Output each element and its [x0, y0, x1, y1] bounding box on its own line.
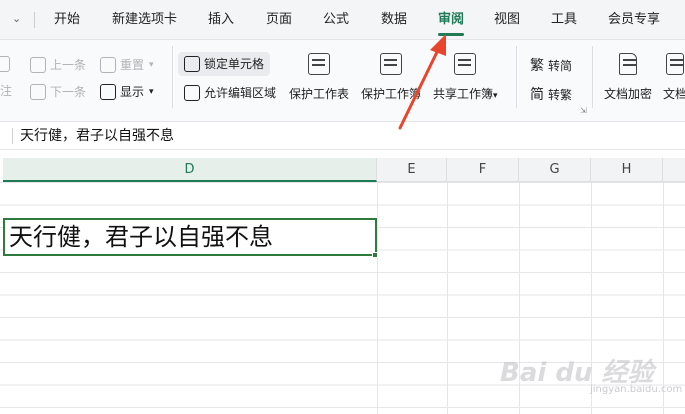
to-simplified-label: 转简 — [548, 58, 573, 73]
fill-handle[interactable] — [372, 252, 378, 258]
fan-glyph-icon: 繁 — [530, 58, 544, 74]
lock-cell-label: 锁定单元格 — [204, 57, 265, 71]
ribbon-divider — [592, 46, 593, 108]
share-workbook-icon — [454, 53, 477, 75]
allow-edit-range-label: 允许编辑区域 — [204, 86, 277, 100]
formula-bar-value[interactable]: 天行健，君子以自强不息 — [20, 122, 174, 150]
tab-view[interactable]: 视图 — [494, 0, 520, 40]
protect-sheet-icon — [308, 53, 330, 75]
active-cell-text: 天行健，君子以自强不息 — [9, 223, 273, 251]
show-icon — [100, 83, 116, 100]
doc-encrypt-label: 文档加密 — [604, 87, 653, 101]
tab-new-tab[interactable]: 新建选项卡 — [112, 0, 177, 40]
doc-encrypt-button[interactable]: 文档加密 — [604, 53, 652, 102]
formula-bar-divider — [12, 128, 13, 144]
reset-icon — [100, 56, 116, 73]
show-label: 显示 — [120, 85, 145, 99]
ribbon-divider — [172, 46, 173, 108]
chevron-down-icon: ▾ — [149, 59, 154, 70]
partial-comment-button[interactable] — [0, 56, 10, 72]
tab-insert[interactable]: 插入 — [208, 0, 234, 40]
comment-icon — [0, 56, 10, 72]
tab-home[interactable]: 开始 — [54, 0, 80, 40]
column-header-h[interactable]: H — [591, 158, 663, 182]
protect-workbook-button[interactable]: 保护工作簿 — [361, 53, 421, 102]
delete-comment-label: 批注 — [0, 84, 13, 98]
ribbon: 批注 上一条 下一条 重置 ▾ 显示 ▾ 锁定单元格 允许编辑区域 保护工作表 … — [0, 40, 685, 122]
active-tab-indicator — [438, 33, 464, 36]
chevron-down-icon[interactable]: ⌄ — [12, 12, 26, 26]
prev-comment-label: 上一条 — [50, 58, 87, 72]
column-header-f[interactable]: F — [447, 158, 519, 182]
next-comment-label: 下一条 — [50, 85, 87, 99]
tab-data[interactable]: 数据 — [381, 0, 407, 40]
reset-label: 重置 — [120, 58, 145, 72]
chevron-down-icon: ▾ — [149, 86, 154, 97]
crop-lock-icon — [184, 55, 200, 72]
column-header-d[interactable]: D — [3, 158, 377, 182]
doc-partial-button[interactable]: 文档 — [663, 53, 685, 102]
next-comment-button[interactable]: 下一条 — [30, 83, 86, 100]
watermark-url: jingyan.baidu.com — [590, 384, 683, 395]
jian-glyph-icon: 简 — [530, 87, 544, 103]
document-icon — [666, 53, 684, 75]
protect-workbook-label: 保护工作簿 — [361, 87, 422, 101]
tab-tools[interactable]: 工具 — [551, 0, 577, 40]
protect-workbook-icon — [380, 53, 402, 75]
lock-cell-button[interactable]: 锁定单元格 — [184, 55, 264, 72]
share-workbook-button[interactable]: 共享工作簿▾ — [433, 53, 498, 102]
to-simplified-button[interactable]: 繁 转简 — [530, 55, 572, 75]
column-header-next[interactable] — [663, 158, 685, 182]
prev-comment-icon — [30, 56, 46, 73]
tab-member[interactable]: 会员专享 — [608, 0, 660, 40]
to-traditional-label: 转繁 — [548, 87, 573, 102]
reset-button[interactable]: 重置 ▾ — [100, 56, 154, 73]
column-header-g[interactable]: G — [519, 158, 591, 182]
formula-bar[interactable]: 天行健，君子以自强不息 — [0, 122, 685, 150]
document-lock-icon — [619, 53, 637, 75]
dialog-launcher-icon[interactable]: ⇲ — [580, 106, 587, 115]
protect-sheet-label: 保护工作表 — [289, 87, 350, 101]
column-line — [377, 182, 378, 414]
tab-page[interactable]: 页面 — [266, 0, 292, 40]
tab-formula[interactable]: 公式 — [323, 0, 349, 40]
share-workbook-label: 共享工作簿 — [433, 87, 494, 101]
column-header-e[interactable]: E — [377, 158, 447, 182]
doc-partial-label: 文档 — [663, 87, 685, 101]
show-button[interactable]: 显示 ▾ — [100, 83, 154, 100]
to-traditional-button[interactable]: 简 转繁 — [530, 84, 572, 104]
prev-comment-button[interactable]: 上一条 — [30, 56, 86, 73]
next-comment-icon — [30, 83, 46, 100]
allow-edit-range-button[interactable]: 允许编辑区域 — [184, 84, 276, 101]
protect-sheet-button[interactable]: 保护工作表 — [289, 53, 349, 102]
chevron-down-icon: ▾ — [493, 91, 498, 101]
column-line — [663, 182, 664, 414]
column-line — [447, 182, 448, 414]
ribbon-divider — [516, 46, 517, 108]
menu-divider — [34, 12, 35, 28]
delete-comment-button[interactable]: 批注 — [0, 82, 12, 99]
edit-range-icon — [184, 84, 200, 101]
menu-bar: ⌄ 开始 新建选项卡 插入 页面 公式 数据 审阅 视图 工具 会员专享 — [0, 0, 685, 40]
